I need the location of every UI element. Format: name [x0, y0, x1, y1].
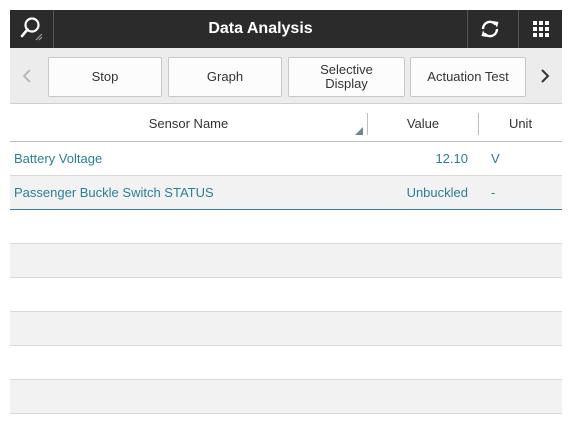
column-header-value[interactable]: Value	[368, 105, 478, 142]
title-bar: Data Analysis	[10, 10, 562, 48]
sensor-value-cell: 12.10	[435, 151, 468, 166]
search-button[interactable]	[10, 10, 54, 48]
table-row-empty	[10, 210, 562, 244]
table-header: Sensor Name Value Unit	[10, 105, 562, 142]
sensor-name-cell	[14, 346, 364, 380]
sensor-name-cell	[14, 312, 364, 346]
toolbar-prev-button[interactable]	[10, 48, 44, 104]
table-row-empty	[10, 380, 562, 414]
refresh-button[interactable]	[467, 10, 511, 48]
grid-menu-icon	[532, 21, 549, 37]
toolbar-next-button[interactable]	[528, 48, 562, 104]
column-header-unit[interactable]: Unit	[479, 105, 562, 142]
page-title: Data Analysis	[208, 20, 313, 37]
table-row-empty	[10, 312, 562, 346]
search-icon	[20, 17, 42, 41]
sensor-name-cell	[14, 278, 364, 312]
sensor-unit-cell: -	[491, 185, 496, 200]
table-row[interactable]: Passenger Buckle Switch STATUS Unbuckled…	[10, 176, 562, 210]
sensor-name-cell	[14, 380, 364, 414]
app-window: Data Analysis Stop Graph Selective Displ…	[10, 10, 562, 415]
sensor-name-cell: Battery Voltage	[14, 151, 103, 166]
table-row-empty	[10, 244, 562, 278]
table-row-empty	[10, 278, 562, 312]
sensor-table-body: Battery Voltage 12.10 V Passenger Buckle…	[10, 142, 562, 414]
sensor-name-cell	[14, 244, 364, 278]
sensor-name-cell	[14, 210, 364, 244]
chevron-right-icon	[541, 69, 550, 83]
stop-button[interactable]: Stop	[48, 57, 162, 97]
table-row-empty	[10, 346, 562, 380]
refresh-icon	[481, 20, 498, 38]
toolbar: Stop Graph Selective Display Actuation T…	[10, 48, 562, 104]
sensor-unit-cell: V	[491, 151, 500, 166]
sort-indicator-icon	[355, 127, 363, 135]
graph-button[interactable]: Graph	[168, 57, 282, 97]
chevron-left-icon	[22, 69, 31, 83]
actuation-test-button[interactable]: Actuation Test	[410, 57, 526, 97]
sensor-name-cell: Passenger Buckle Switch STATUS	[14, 185, 214, 200]
selective-display-button[interactable]: Selective Display	[288, 57, 405, 97]
sensor-value-cell: Unbuckled	[406, 185, 468, 200]
column-header-sensor-name[interactable]: Sensor Name	[10, 105, 367, 142]
menu-button[interactable]	[518, 10, 562, 48]
table-row[interactable]: Battery Voltage 12.10 V	[10, 142, 562, 176]
